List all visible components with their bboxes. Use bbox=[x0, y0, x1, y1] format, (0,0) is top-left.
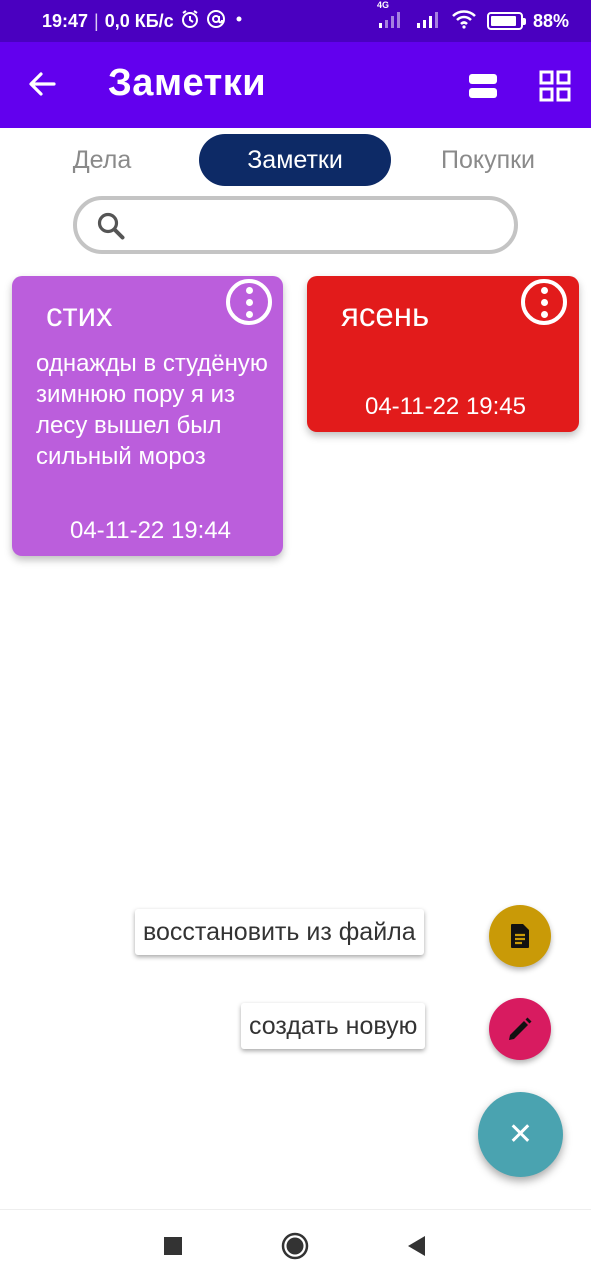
status-bar: 19:47 | 0,0 КБ/с 4G 88% bbox=[0, 0, 591, 42]
back-nav-button[interactable] bbox=[401, 1230, 433, 1262]
more-vert-icon bbox=[245, 286, 253, 318]
search-icon bbox=[97, 212, 125, 240]
page-title: Заметки bbox=[108, 62, 267, 104]
tab-notes[interactable]: Заметки bbox=[199, 134, 391, 186]
status-time: 19:47 bbox=[42, 10, 89, 31]
note-title: ясень bbox=[341, 296, 430, 333]
note-date: 04-11-22 19:44 bbox=[69, 517, 231, 544]
status-bar-right: 4G 88% bbox=[377, 0, 569, 34]
status-speed: 0,0 КБ/с bbox=[104, 10, 174, 31]
system-nav-bar bbox=[0, 1209, 591, 1280]
status-separator: | bbox=[94, 10, 99, 31]
recents-button[interactable] bbox=[157, 1230, 189, 1262]
create-new-label[interactable]: создать новую bbox=[241, 1003, 426, 1049]
battery-fill bbox=[490, 16, 516, 26]
note-card[interactable]: ясень 04-11-22 19:45 bbox=[307, 276, 579, 432]
view-grid-button[interactable] bbox=[535, 66, 575, 106]
recents-icon bbox=[164, 1237, 182, 1255]
note-title: стих bbox=[46, 296, 113, 333]
back-icon bbox=[408, 1236, 425, 1256]
view-list-button[interactable] bbox=[463, 66, 503, 106]
home-icon bbox=[281, 1232, 309, 1260]
battery-percent: 88% bbox=[532, 10, 569, 31]
note-card[interactable]: стих однажды в студёную зимнюю пору я из… bbox=[12, 276, 283, 556]
battery-icon bbox=[486, 12, 526, 30]
status-bar-left: 19:47 | 0,0 КБ/с bbox=[42, 9, 246, 34]
note-menu-button[interactable] bbox=[226, 279, 272, 325]
alarm-icon bbox=[180, 9, 200, 34]
tab-bar: Дела Заметки Покупки bbox=[0, 134, 591, 186]
note-menu-button[interactable] bbox=[521, 279, 567, 325]
restore-from-file-label[interactable]: восстановить из файла bbox=[135, 909, 424, 955]
view-grid-icon bbox=[539, 70, 571, 102]
note-body: однажды в студёную зимнюю пору я из лесу… bbox=[36, 350, 268, 470]
pencil-icon bbox=[509, 1017, 532, 1040]
view-list-icon bbox=[469, 74, 497, 98]
tab-shopping[interactable]: Покупки bbox=[420, 134, 556, 186]
search-bar[interactable] bbox=[73, 196, 518, 254]
arrow-back-icon bbox=[29, 72, 56, 96]
at-icon bbox=[206, 9, 226, 34]
tab-tasks[interactable]: Дела bbox=[40, 134, 164, 186]
back-button[interactable] bbox=[22, 64, 62, 104]
note-date: 04-11-22 19:45 bbox=[364, 393, 526, 420]
signal-icon bbox=[415, 9, 441, 34]
app-bar: Заметки bbox=[0, 42, 591, 128]
create-new-button[interactable] bbox=[489, 998, 551, 1060]
home-button[interactable] bbox=[279, 1230, 311, 1262]
search-input[interactable] bbox=[139, 208, 499, 244]
signal-icon: 4G bbox=[377, 0, 405, 34]
more-vert-icon bbox=[540, 286, 548, 318]
network-type: 4G bbox=[376, 0, 389, 10]
fab-close-button[interactable]: ✕ bbox=[478, 1092, 563, 1177]
wifi-icon bbox=[451, 9, 477, 34]
restore-from-file-button[interactable] bbox=[489, 905, 551, 967]
dot-icon bbox=[232, 9, 246, 34]
document-icon bbox=[511, 924, 529, 948]
close-icon: ✕ bbox=[507, 1118, 534, 1151]
